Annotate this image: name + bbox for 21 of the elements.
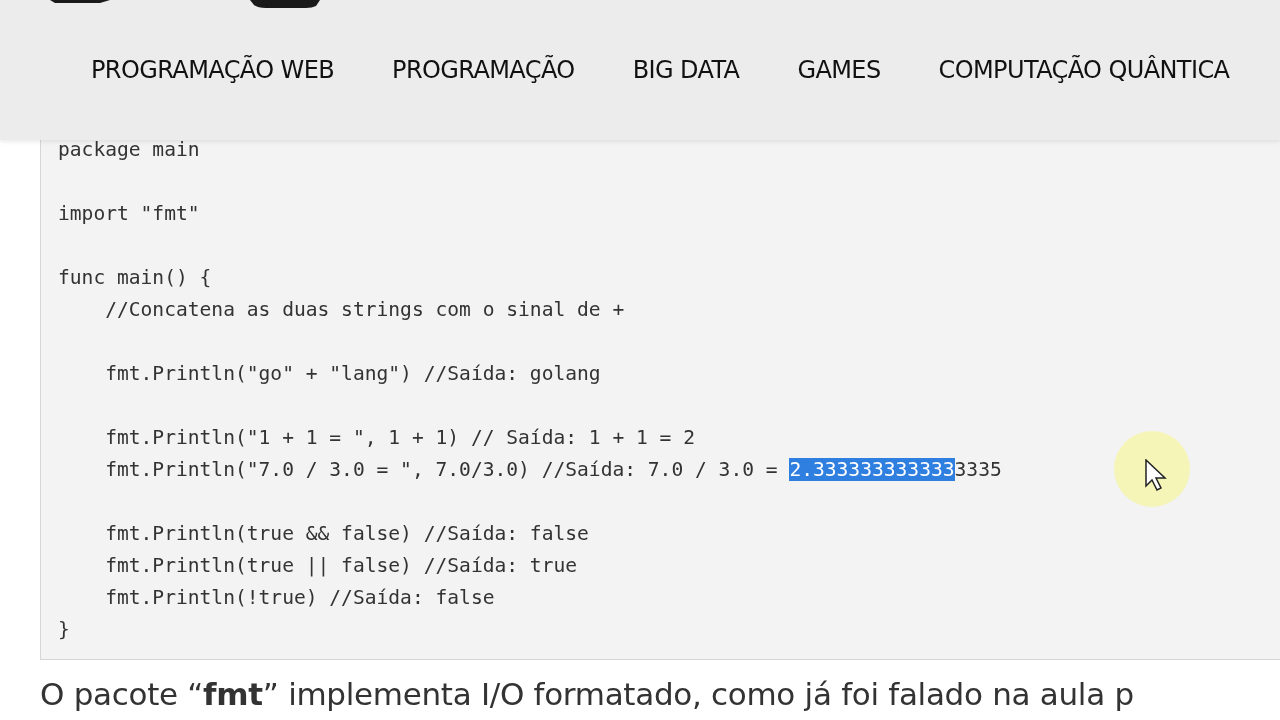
code-line: fmt.Println("go" + "lang") //Saída: golang <box>104 361 602 387</box>
nav-link[interactable]: BIG DATA <box>632 56 740 84</box>
code-line: package main <box>58 137 201 163</box>
code-line: fmt.Println(!true) //Saída: false <box>104 585 496 611</box>
nav-link[interactable]: PROGRAMAÇÃO WEB <box>91 56 335 84</box>
logo-icon[interactable] <box>50 0 320 8</box>
nav-link[interactable]: COMPUTAÇÃO QUÂNTICA <box>938 56 1230 84</box>
mouse-pointer-icon <box>1145 459 1167 491</box>
code-text: 3335 <box>954 458 1002 481</box>
paragraph-text: O pacote “fmt” implementa I/O formatado, como já foi falado na aula p <box>40 675 1135 714</box>
nav-link[interactable]: GAMES <box>797 56 881 84</box>
selected-text: 2.333333333333 <box>789 458 955 481</box>
code-line: import "fmt" <box>58 201 201 227</box>
code-line: } <box>58 617 71 643</box>
code-line: fmt.Println("1 + 1 = ", 1 + 1) // Saída: 1 + 1 = 2 <box>104 425 696 451</box>
code-line: fmt.Println(true && false) //Saída: false <box>104 521 590 547</box>
code-line: func main() { <box>58 265 213 291</box>
code-line: fmt.Println(true || false) //Saída: true <box>104 553 579 579</box>
nav-link[interactable]: PROGRAMAÇÃO <box>392 56 575 84</box>
code-text: fmt.Println("7.0 / 3.0 = ", 7.0/3.0) //Saída: 7.0 / 3.0 = <box>104 458 779 481</box>
code-line: //Concatena as duas strings com o sinal de + <box>104 297 626 323</box>
